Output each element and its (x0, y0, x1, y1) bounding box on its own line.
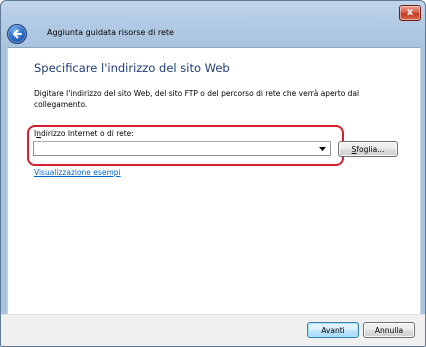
address-combobox[interactable] (33, 141, 331, 156)
address-input[interactable] (34, 142, 320, 155)
close-icon: x (406, 7, 414, 18)
browse-button[interactable]: Sfoglia... (338, 141, 398, 157)
address-label: Indirizzo Internet o di rete: (34, 129, 134, 138)
wizard-content: Specificare l'indirizzo del sito Web Dig… (7, 47, 421, 314)
close-button[interactable]: x (399, 5, 421, 21)
page-heading: Specificare l'indirizzo del sito Web (34, 61, 230, 75)
browse-label-rest: foglia... (356, 144, 385, 154)
wizard-window: x Aggiunta guidata risorse di rete Speci… (0, 0, 426, 347)
address-dropdown-button[interactable] (316, 142, 328, 155)
page-description: Digitare l'indirizzo del sito Web, del s… (34, 89, 360, 109)
wizard-title: Aggiunta guidata risorse di rete (47, 28, 174, 37)
dropdown-arrow-icon (318, 146, 326, 151)
next-button[interactable]: Avanti (307, 322, 359, 338)
address-label-rest: dirizzo Internet o di rete: (40, 129, 134, 138)
cancel-button[interactable]: Annulla (363, 322, 415, 338)
back-button[interactable] (7, 24, 27, 44)
view-examples-link[interactable]: Visualizzazione esempi (34, 168, 121, 177)
back-arrow-icon (13, 29, 22, 39)
wizard-footer: Avanti Annulla (1, 314, 425, 346)
